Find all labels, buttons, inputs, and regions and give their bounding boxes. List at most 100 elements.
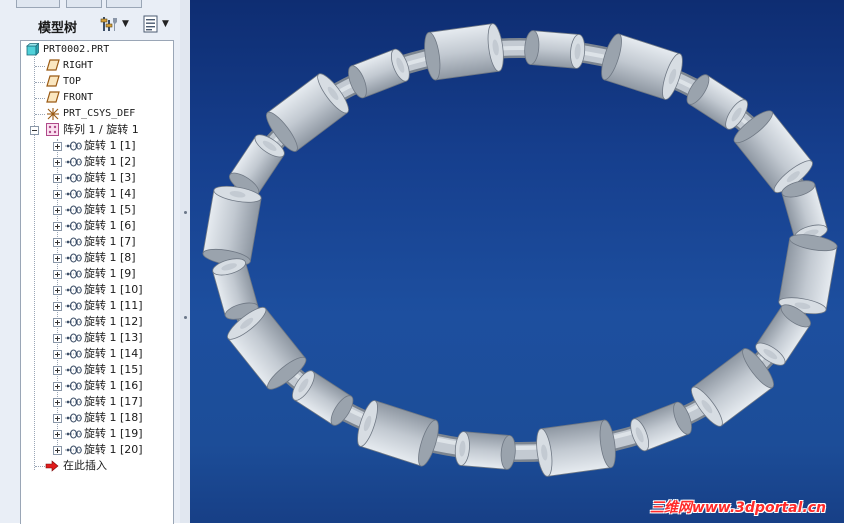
expand-toggle-icon[interactable]	[53, 254, 62, 263]
expand-toggle-icon[interactable]	[53, 238, 62, 247]
tree-item-label: 旋转 1 [12]	[84, 315, 143, 328]
revolve-feature-icon	[65, 317, 82, 327]
tree-item-label: 旋转 1 [15]	[84, 363, 143, 376]
revolve-feature-icon	[65, 157, 82, 167]
expand-toggle-icon[interactable]	[53, 318, 62, 327]
ring-bead	[601, 33, 683, 100]
expand-toggle-icon[interactable]	[53, 430, 62, 439]
expand-toggle-icon[interactable]	[53, 270, 62, 279]
tree-item-pattern[interactable]: 阵列 1 / 旋转 1	[21, 122, 171, 138]
tree-item-revolve[interactable]: 旋转 1 [8]	[21, 250, 171, 266]
revolve-feature-icon	[65, 429, 82, 439]
tree-item-label: 旋转 1 [16]	[84, 379, 143, 392]
insert-arrow-icon	[45, 460, 59, 472]
revolve-feature-icon	[65, 173, 82, 183]
tree-item-label: 旋转 1 [1]	[84, 139, 136, 152]
insert-here-marker[interactable]: 在此插入	[21, 458, 171, 474]
ring-bead	[348, 48, 410, 99]
tree-item-revolve[interactable]: 旋转 1 [9]	[21, 266, 171, 282]
tree-item-label: 旋转 1 [11]	[84, 299, 143, 312]
expand-toggle-icon[interactable]	[53, 158, 62, 167]
revolve-feature-icon	[65, 413, 82, 423]
tree-item-revolve[interactable]: 旋转 1 [13]	[21, 330, 171, 346]
datum-plane-icon	[46, 75, 60, 87]
panel-splitter[interactable]	[180, 0, 190, 523]
part-icon	[26, 43, 39, 56]
expand-toggle-icon[interactable]	[53, 222, 62, 231]
revolve-feature-icon	[65, 237, 82, 247]
tree-item-revolve[interactable]: 旋转 1 [18]	[21, 410, 171, 426]
tree-item-revolve[interactable]: 旋转 1 [1]	[21, 138, 171, 154]
expand-toggle-icon[interactable]	[53, 174, 62, 183]
tree-settings-icon	[100, 17, 117, 31]
datum-plane-icon	[46, 59, 60, 71]
insert-here-label: 在此插入	[63, 459, 107, 472]
tree-item-revolve[interactable]: 旋转 1 [3]	[21, 170, 171, 186]
model-tree-panel: 模型树 ▼ ▼ PRT0002.PRT RIGHT TOP FRONT PRT_…	[0, 0, 190, 524]
coordinate-system-icon	[47, 108, 59, 120]
expand-toggle-icon[interactable]	[53, 446, 62, 455]
tree-columns-icon	[143, 15, 158, 33]
ring-model[interactable]	[190, 0, 844, 523]
tree-root-item[interactable]: PRT0002.PRT	[21, 42, 171, 58]
revolve-feature-icon	[65, 221, 82, 231]
tree-columns-button[interactable]: ▼	[142, 14, 169, 34]
tree-item-revolve[interactable]: 旋转 1 [6]	[21, 218, 171, 234]
tree-item-datum-front[interactable]: FRONT	[21, 90, 171, 106]
expand-toggle-icon[interactable]	[53, 350, 62, 359]
expand-toggle-icon[interactable]	[53, 142, 62, 151]
expand-toggle-icon[interactable]	[53, 302, 62, 311]
graphics-viewport[interactable]: 三维网www.3dportal.cn	[190, 0, 844, 523]
tree-item-revolve[interactable]: 旋转 1 [12]	[21, 314, 171, 330]
watermark: 三维网www.3dportal.cn	[649, 500, 826, 516]
tree-item-revolve[interactable]: 旋转 1 [5]	[21, 202, 171, 218]
revolve-feature-icon	[65, 269, 82, 279]
tab-model-tree[interactable]	[16, 0, 60, 8]
tree-item-label: 旋转 1 [9]	[84, 267, 136, 280]
chevron-down-icon: ▼	[162, 19, 169, 29]
tree-item-revolve[interactable]: 旋转 1 [11]	[21, 298, 171, 314]
tree-item-datum-right[interactable]: RIGHT	[21, 58, 171, 74]
tab-folder-browser[interactable]	[66, 0, 102, 8]
tree-item-revolve[interactable]: 旋转 1 [2]	[21, 154, 171, 170]
expand-toggle-icon[interactable]	[53, 286, 62, 295]
tree-item-revolve[interactable]: 旋转 1 [17]	[21, 394, 171, 410]
model-tree-title: 模型树	[38, 21, 78, 36]
tree-item-revolve[interactable]: 旋转 1 [15]	[21, 362, 171, 378]
tree-item-revolve[interactable]: 旋转 1 [20]	[21, 442, 171, 458]
revolve-feature-icon	[65, 381, 82, 391]
ring-bead	[524, 30, 586, 69]
tree-item-datum-top[interactable]: TOP	[21, 74, 171, 90]
expand-toggle-icon[interactable]	[53, 334, 62, 343]
tree-item-label: 旋转 1 [10]	[84, 283, 143, 296]
expand-toggle-icon[interactable]	[53, 366, 62, 375]
expand-toggle-icon[interactable]	[53, 190, 62, 199]
tree-item-revolve[interactable]: 旋转 1 [10]	[21, 282, 171, 298]
tree-item-label: 旋转 1 [20]	[84, 443, 143, 456]
tree-item-label: 旋转 1 [14]	[84, 347, 143, 360]
tree-item-revolve[interactable]: 旋转 1 [16]	[21, 378, 171, 394]
expand-toggle-icon[interactable]	[53, 398, 62, 407]
tree-item-revolve[interactable]: 旋转 1 [14]	[21, 346, 171, 362]
revolve-feature-icon	[65, 349, 82, 359]
ring-bead	[778, 234, 838, 315]
tree-item-label: 旋转 1 [8]	[84, 251, 136, 264]
tree-item-label: 旋转 1 [2]	[84, 155, 136, 168]
tab-favorites[interactable]	[106, 0, 142, 8]
datum-plane-icon	[46, 91, 60, 103]
ring-bead	[357, 400, 439, 467]
collapse-toggle-icon[interactable]	[30, 126, 39, 135]
tree-settings-button[interactable]: ▼	[100, 14, 129, 34]
tree-item-label: 旋转 1 [6]	[84, 219, 136, 232]
tree-item-revolve[interactable]: 旋转 1 [7]	[21, 234, 171, 250]
tree-item-revolve[interactable]: 旋转 1 [19]	[21, 426, 171, 442]
revolve-feature-icon	[65, 365, 82, 375]
revolve-feature-icon	[65, 141, 82, 151]
expand-toggle-icon[interactable]	[53, 414, 62, 423]
tree-item-csys[interactable]: PRT_CSYS_DEF	[21, 106, 171, 122]
expand-toggle-icon[interactable]	[53, 382, 62, 391]
pattern-icon	[46, 123, 59, 136]
tree-item-revolve[interactable]: 旋转 1 [4]	[21, 186, 171, 202]
tree-item-label: 旋转 1 [13]	[84, 331, 143, 344]
expand-toggle-icon[interactable]	[53, 206, 62, 215]
